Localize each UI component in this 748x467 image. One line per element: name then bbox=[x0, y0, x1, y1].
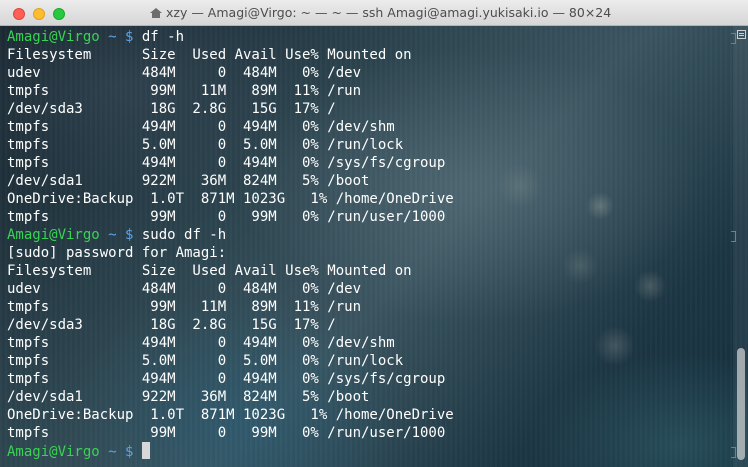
scrollbar[interactable] bbox=[733, 26, 748, 467]
output-line: tmpfs 99M 0 99M 0% /run/user/1000 bbox=[7, 425, 446, 441]
output-line: tmpfs 494M 0 494M 0% /sys/fs/cgroup bbox=[7, 371, 446, 387]
prompt-symbol: $ bbox=[116, 227, 142, 243]
window-title-text: xzy — Amagi@Virgo: ~ — ~ — ssh Amagi@ama… bbox=[166, 5, 612, 20]
output-line: tmpfs 494M 0 494M 0% /dev/shm bbox=[7, 335, 395, 351]
prompt-path: ~ bbox=[99, 444, 117, 460]
output-line: Filesystem Size Used Avail Use% Mounted … bbox=[7, 263, 412, 279]
close-button[interactable] bbox=[13, 8, 25, 20]
output-line: Filesystem Size Used Avail Use% Mounted … bbox=[7, 47, 412, 63]
output-line: tmpfs 494M 0 494M 0% /dev/shm bbox=[7, 119, 395, 135]
prompt-symbol: $ bbox=[116, 29, 142, 45]
terminal-output[interactable]: Amagi@Virgo ~ $ df -h Filesystem Size Use… bbox=[7, 28, 454, 460]
terminal-window: xzy — Amagi@Virgo: ~ — ~ — ssh Amagi@ama… bbox=[0, 0, 748, 467]
output-line: tmpfs 5.0M 0 5.0M 0% /run/lock bbox=[7, 137, 404, 153]
prompt-path: ~ bbox=[99, 29, 117, 45]
prompt-path: ~ bbox=[99, 227, 117, 243]
output-line: tmpfs 99M 11M 89M 11% /run bbox=[7, 299, 362, 315]
scroll-menu-icon[interactable] bbox=[737, 30, 746, 39]
prompt-line: Amagi@Virgo ~ $ bbox=[7, 442, 454, 460]
terminal-area[interactable]: Amagi@Virgo ~ $ df -h Filesystem Size Use… bbox=[0, 26, 748, 467]
command-text: df -h bbox=[141, 29, 185, 45]
output-line: /dev/sda1 922M 36M 824M 5% /boot bbox=[7, 389, 370, 405]
title-bar[interactable]: xzy — Amagi@Virgo: ~ — ~ — ssh Amagi@ama… bbox=[0, 0, 748, 26]
output-line: tmpfs 5.0M 0 5.0M 0% /run/lock bbox=[7, 353, 404, 369]
zoom-button[interactable] bbox=[53, 8, 65, 20]
prompt-user-host: Amagi@Virgo bbox=[7, 29, 100, 45]
output-line: OneDrive:Backup 1.0T 871M 1023G 1% /home… bbox=[7, 407, 454, 423]
home-icon bbox=[150, 8, 162, 18]
output-line: tmpfs 99M 0 99M 0% /run/user/1000 bbox=[7, 209, 446, 225]
prompt-user-host: Amagi@Virgo bbox=[7, 227, 100, 243]
output-line: OneDrive:Backup 1.0T 871M 1023G 1% /home… bbox=[7, 191, 454, 207]
output-line: udev 484M 0 484M 0% /dev bbox=[7, 65, 362, 81]
output-line: tmpfs 99M 11M 89M 11% /run bbox=[7, 83, 362, 99]
output-line: /dev/sda3 18G 2.8G 15G 17% / bbox=[7, 101, 336, 117]
output-line: udev 484M 0 484M 0% /dev bbox=[7, 281, 362, 297]
output-line: tmpfs 494M 0 494M 0% /sys/fs/cgroup bbox=[7, 155, 446, 171]
minimize-button[interactable] bbox=[33, 8, 45, 20]
prompt-user-host: Amagi@Virgo bbox=[7, 444, 100, 460]
prompt-line: Amagi@Virgo ~ $ df -h bbox=[7, 28, 454, 46]
window-title: xzy — Amagi@Virgo: ~ — ~ — ssh Amagi@ama… bbox=[150, 5, 611, 21]
command-text: sudo df -h bbox=[141, 227, 227, 243]
scrollbar-thumb[interactable] bbox=[737, 348, 745, 460]
text-cursor bbox=[141, 442, 150, 459]
output-line: [sudo] password for Amagi: bbox=[7, 245, 227, 261]
output-line: /dev/sda1 922M 36M 824M 5% /boot bbox=[7, 173, 370, 189]
prompt-symbol: $ bbox=[116, 444, 142, 460]
prompt-line: Amagi@Virgo ~ $ sudo df -h bbox=[7, 226, 454, 244]
output-line: /dev/sda3 18G 2.8G 15G 17% / bbox=[7, 317, 336, 333]
